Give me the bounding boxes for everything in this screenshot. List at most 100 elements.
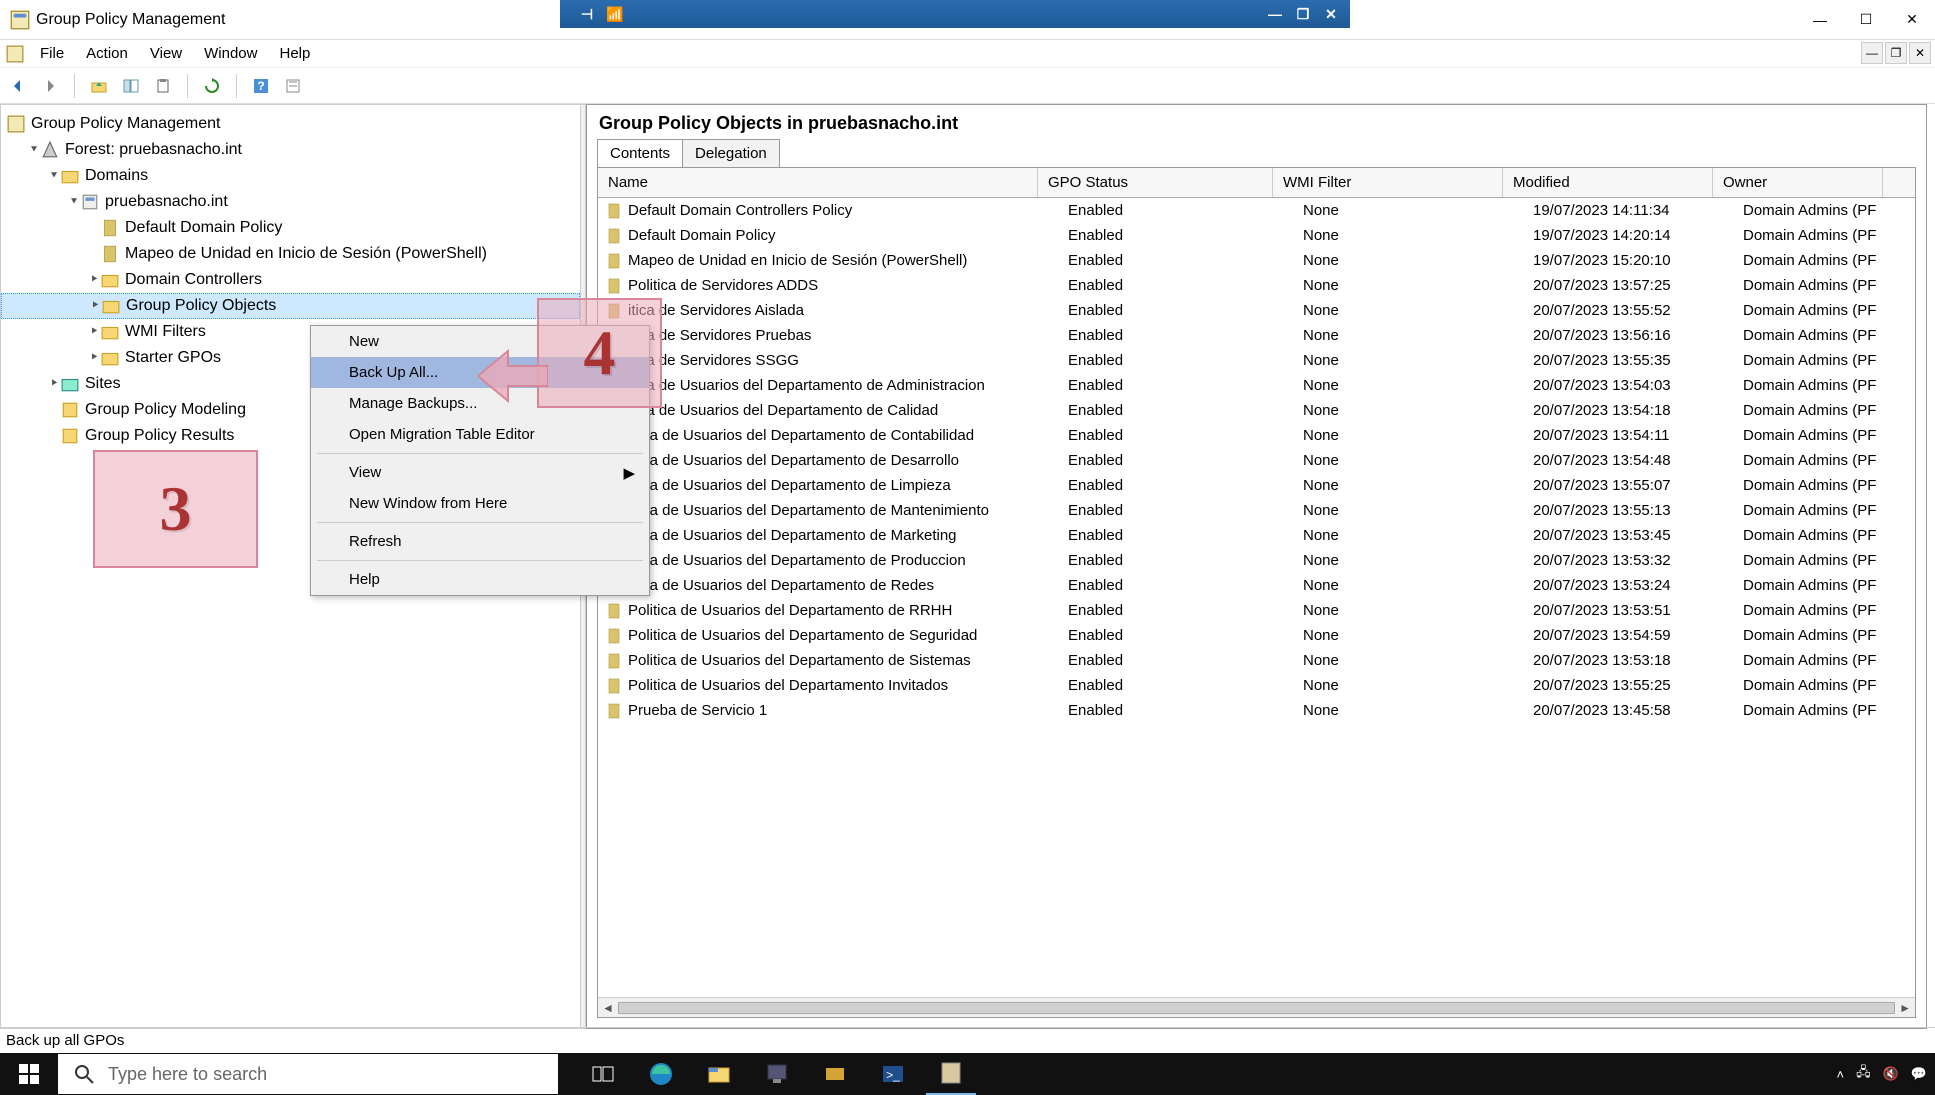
help-icon[interactable]: ? <box>249 74 273 98</box>
tree-mapeo[interactable]: Mapeo de Unidad en Inicio de Sesión (Pow… <box>1 241 580 267</box>
taskbar-search[interactable]: Type here to search <box>58 1054 558 1094</box>
menu-window[interactable]: Window <box>194 41 267 66</box>
table-row[interactable]: itica de Usuarios del Departamento de Ca… <box>598 398 1915 423</box>
pin-icon[interactable]: ⊣ <box>576 3 598 25</box>
grid-body[interactable]: Default Domain Controllers Policy Enable… <box>598 198 1915 997</box>
table-row[interactable]: Politica de Usuarios del Departamento de… <box>598 648 1915 673</box>
cell-wmi: None <box>1303 452 1533 469</box>
tray-network-icon[interactable]: 🖧 <box>1856 1063 1871 1085</box>
tray-volume-icon[interactable]: 🔇 <box>1883 1066 1899 1082</box>
table-row[interactable]: litica de Usuarios del Departamento de D… <box>598 448 1915 473</box>
powershell-icon[interactable]: >_ <box>868 1053 918 1095</box>
table-row[interactable]: Politica de Usuarios del Departamento In… <box>598 673 1915 698</box>
tray-notifications-icon[interactable]: 💬 <box>1911 1066 1927 1082</box>
mdi-restore[interactable]: ❐ <box>1885 42 1907 64</box>
tree-domains[interactable]: ⯆Domains <box>1 163 580 189</box>
remote-restore[interactable]: ❐ <box>1292 3 1314 25</box>
table-row[interactable]: itica de Servidores Pruebas Enabled None… <box>598 323 1915 348</box>
grid-header[interactable]: Name GPO Status WMI Filter Modified Owne… <box>598 168 1915 198</box>
mdi-close[interactable]: ✕ <box>1909 42 1931 64</box>
table-row[interactable]: litica de Usuarios del Departamento de M… <box>598 523 1915 548</box>
table-row[interactable]: Politica de Usuarios del Departamento de… <box>598 598 1915 623</box>
edge-icon[interactable] <box>636 1053 686 1095</box>
col-status[interactable]: GPO Status <box>1038 168 1273 197</box>
table-row[interactable]: litica de Usuarios del Departamento de M… <box>598 498 1915 523</box>
maximize-button[interactable]: ☐ <box>1843 0 1889 40</box>
menu-help[interactable]: Help <box>269 41 320 66</box>
start-button[interactable] <box>0 1053 58 1095</box>
tree-default-domain-policy[interactable]: Default Domain Policy <box>1 215 580 241</box>
col-owner[interactable]: Owner <box>1713 168 1883 197</box>
tree-domain[interactable]: ⯆pruebasnacho.int <box>1 189 580 215</box>
minimize-button[interactable]: — <box>1797 0 1843 40</box>
remote-close[interactable]: ✕ <box>1320 3 1342 25</box>
horizontal-scrollbar[interactable]: ◄► <box>598 997 1915 1017</box>
table-row[interactable]: Politica de Usuarios del Departamento de… <box>598 623 1915 648</box>
table-row[interactable]: Default Domain Policy Enabled None 19/07… <box>598 223 1915 248</box>
cell-modified: 19/07/2023 14:20:14 <box>1533 227 1743 244</box>
label: Starter GPOs <box>125 345 221 371</box>
table-row[interactable]: Default Domain Controllers Policy Enable… <box>598 198 1915 223</box>
ctx-view[interactable]: View▶ <box>311 457 649 488</box>
col-modified[interactable]: Modified <box>1503 168 1713 197</box>
cell-owner: Domain Admins (PF <box>1743 202 1913 219</box>
table-row[interactable]: litica de Usuarios del Departamento de R… <box>598 573 1915 598</box>
forward-button[interactable] <box>38 74 62 98</box>
tree-forest[interactable]: ⯆Forest: pruebasnacho.int <box>1 137 580 163</box>
cell-wmi: None <box>1303 352 1533 369</box>
menu-file[interactable]: File <box>30 41 74 66</box>
gpmc-taskbar-icon[interactable] <box>926 1053 976 1095</box>
gpo-icon <box>606 678 622 694</box>
table-row[interactable]: litica de Usuarios del Departamento de P… <box>598 548 1915 573</box>
tree-group-policy-objects[interactable]: ⯈Group Policy Objects <box>1 293 580 319</box>
table-row[interactable]: Prueba de Servicio 1 Enabled None 20/07/… <box>598 698 1915 723</box>
cell-status: Enabled <box>1068 202 1303 219</box>
ctx-refresh[interactable]: Refresh <box>311 526 649 557</box>
back-button[interactable] <box>6 74 30 98</box>
cell-wmi: None <box>1303 377 1533 394</box>
search-placeholder: Type here to search <box>108 1064 267 1085</box>
ctx-open-migration[interactable]: Open Migration Table Editor <box>311 419 649 450</box>
refresh-icon[interactable] <box>200 74 224 98</box>
table-row[interactable]: itica de Usuarios del Departamento de Ad… <box>598 373 1915 398</box>
gpo-icon <box>606 703 622 719</box>
tab-delegation[interactable]: Delegation <box>682 139 780 168</box>
cell-name: Prueba de Servicio 1 <box>628 702 1068 719</box>
gpo-icon <box>606 278 622 294</box>
menu-action[interactable]: Action <box>76 41 138 66</box>
mdi-minimize[interactable]: — <box>1861 42 1883 64</box>
table-row[interactable]: itica de Servidores SSGG Enabled None 20… <box>598 348 1915 373</box>
remote-minimize[interactable]: — <box>1264 3 1286 25</box>
close-button[interactable]: ✕ <box>1889 0 1935 40</box>
col-wmi[interactable]: WMI Filter <box>1273 168 1503 197</box>
task-view-icon[interactable] <box>578 1053 628 1095</box>
table-row[interactable]: litica de Usuarios del Departamento de L… <box>598 473 1915 498</box>
ctx-new-window[interactable]: New Window from Here <box>311 488 649 519</box>
tab-contents[interactable]: Contents <box>597 139 683 168</box>
col-name[interactable]: Name <box>598 168 1038 197</box>
clipboard-icon[interactable] <box>151 74 175 98</box>
up-folder-icon[interactable] <box>87 74 111 98</box>
signal-icon: 📶 <box>604 3 626 25</box>
cell-name: itica de Usuarios del Departamento de Ca… <box>628 402 1068 419</box>
show-hide-tree-icon[interactable] <box>119 74 143 98</box>
tree-root[interactable]: Group Policy Management <box>1 111 580 137</box>
app-icon-1[interactable] <box>810 1053 860 1095</box>
file-explorer-icon[interactable] <box>694 1053 744 1095</box>
ctx-help[interactable]: Help <box>311 564 649 595</box>
table-row[interactable]: itica de Servidores Aislada Enabled None… <box>598 298 1915 323</box>
system-tray[interactable]: ˄ 🖧 🔇 💬 <box>1837 1063 1927 1085</box>
tree-domain-controllers[interactable]: ⯈Domain Controllers <box>1 267 580 293</box>
table-row[interactable]: Politica de Servidores ADDS Enabled None… <box>598 273 1915 298</box>
table-row[interactable]: Mapeo de Unidad en Inicio de Sesión (Pow… <box>598 248 1915 273</box>
cell-name: Mapeo de Unidad en Inicio de Sesión (Pow… <box>628 252 1068 269</box>
cell-wmi: None <box>1303 527 1533 544</box>
menu-view[interactable]: View <box>140 41 192 66</box>
table-row[interactable]: litica de Usuarios del Departamento de C… <box>598 423 1915 448</box>
server-manager-icon[interactable] <box>752 1053 802 1095</box>
tray-chevron-icon[interactable]: ˄ <box>1837 1067 1845 1082</box>
cell-status: Enabled <box>1068 552 1303 569</box>
filter-icon[interactable] <box>281 74 305 98</box>
cell-status: Enabled <box>1068 302 1303 319</box>
cell-owner: Domain Admins (PF <box>1743 427 1913 444</box>
